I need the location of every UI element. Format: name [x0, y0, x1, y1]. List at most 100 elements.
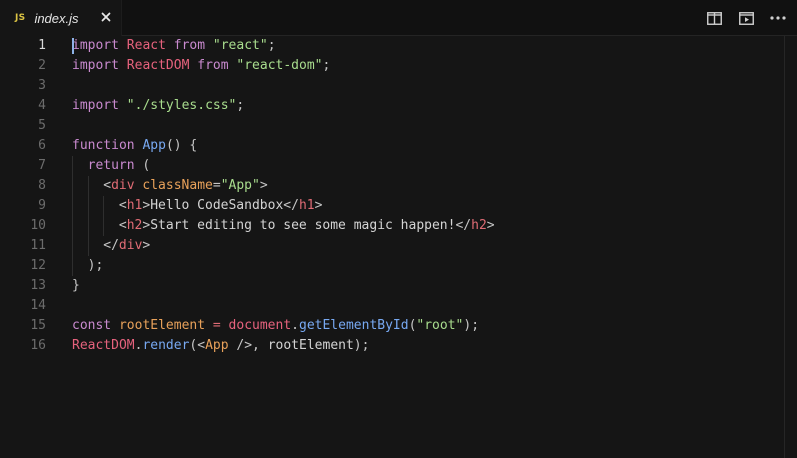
line-number: 9	[38, 198, 46, 213]
line-number: 16	[30, 338, 46, 353]
code-token: =	[212, 178, 221, 193]
code-token: ;	[267, 38, 276, 53]
code-line: 1 import React from "react";	[0, 36, 780, 56]
code-token: >	[259, 178, 268, 193]
line-number: 13	[30, 278, 46, 293]
code-token: from	[173, 38, 206, 53]
tab-index-js[interactable]: JS index.js	[0, 0, 122, 36]
code-token: =	[212, 318, 221, 333]
code-editor[interactable]: 1 import React from "react"; 2 import React…	[0, 36, 784, 458]
code-token: <	[118, 218, 127, 233]
code-text: <h1>Hello CodeSandbox</h1>	[119, 196, 323, 216]
code-line: 8 <div className="App">	[0, 176, 780, 196]
code-text: <div className="App">	[103, 176, 267, 196]
code-token: );	[353, 338, 370, 353]
code-line: 14	[0, 296, 780, 316]
code-token: </	[103, 238, 119, 253]
line-number: 4	[38, 98, 46, 113]
javascript-file-icon: JS	[15, 13, 26, 23]
code-text: }	[72, 276, 80, 296]
code-token: >	[142, 238, 151, 253]
code-text: );	[88, 256, 104, 276]
code-token: render	[142, 338, 190, 353]
line-number: 10	[30, 218, 46, 233]
code-line: 7 return (	[0, 156, 780, 176]
code-token: );	[87, 258, 104, 273]
code-token: App	[142, 138, 166, 153]
code-token: "./styles.css"	[126, 98, 237, 113]
line-number: 15	[30, 318, 46, 333]
code-text: return (	[88, 156, 151, 176]
preview-icon[interactable]	[737, 9, 755, 27]
code-token: h1	[298, 198, 315, 213]
vertical-scrollbar[interactable]	[784, 36, 797, 458]
code-line: 3	[0, 76, 780, 96]
code-token: >	[314, 198, 323, 213]
split-editor-icon[interactable]	[705, 9, 723, 27]
code-token: );	[463, 318, 480, 333]
code-token: () {	[165, 138, 198, 153]
code-line: 11 </div>	[0, 236, 780, 256]
code-line: 10 <h2 > Start editing to see some magic ha…	[0, 216, 780, 236]
code-token: ;	[322, 58, 331, 73]
code-text: ReactDOM.render(<App />, rootElement);	[72, 336, 369, 356]
tab-title: index.js	[34, 10, 79, 26]
code-token: <	[118, 198, 127, 213]
code-token: const	[72, 318, 112, 333]
code-token: }	[72, 278, 80, 293]
code-token: ;	[236, 98, 245, 113]
line-number: 5	[38, 118, 46, 133]
code-token: ReactDOM	[126, 58, 190, 73]
code-token: Start editing to see some magic happen!	[150, 218, 456, 233]
code-line: 12);	[0, 256, 780, 276]
code-token: return	[87, 158, 135, 173]
tab-bar: JS index.js	[0, 0, 797, 36]
indent-guide	[72, 156, 73, 276]
code-token: h2	[126, 218, 143, 233]
code-token: (<	[189, 338, 206, 353]
line-number: 12	[30, 258, 46, 273]
code-token: rootElement	[267, 338, 354, 353]
code-token: rootElement	[118, 318, 206, 333]
indent-guide	[103, 196, 105, 236]
close-icon[interactable]	[99, 10, 113, 24]
code-text: <h2 > Start editing to see some magic happ…	[119, 216, 495, 236]
code-token: "root"	[416, 318, 464, 333]
code-text: function App() {	[72, 136, 197, 156]
code-token: import	[72, 58, 119, 73]
code-text: </div>	[103, 236, 150, 256]
code-token: .	[291, 318, 299, 333]
line-number: 3	[38, 78, 46, 93]
code-token: from	[197, 58, 229, 73]
code-line: 15 const rootElement = document.getElemen…	[0, 316, 780, 336]
code-token: >	[486, 218, 495, 233]
code-text: import React from "react";	[72, 36, 276, 56]
indent-guide	[87, 176, 89, 256]
line-number: 8	[38, 178, 46, 193]
line-number: 1	[38, 38, 46, 53]
code-token: />,	[228, 338, 268, 353]
code-line: 6 function App() {	[0, 136, 780, 156]
code-token: "App"	[220, 178, 260, 193]
line-number: 11	[30, 238, 46, 253]
code-token: div	[111, 178, 135, 193]
line-number: 14	[30, 298, 46, 313]
code-token: getElementById	[299, 318, 409, 333]
code-line: 9 <h1>Hello CodeSandbox</h1>	[0, 196, 780, 216]
code-text: import ReactDOM from "react-dom";	[72, 56, 330, 76]
more-icon[interactable]	[769, 9, 787, 27]
code-text: const rootElement = document.getElementB…	[72, 316, 479, 336]
code-token: React	[126, 38, 166, 53]
code-token: className	[142, 178, 213, 193]
editor-actions	[705, 0, 787, 36]
code-token: "react"	[212, 38, 268, 53]
line-number: 6	[38, 138, 46, 153]
text-cursor	[72, 38, 74, 54]
code-token: ReactDOM	[72, 338, 135, 353]
